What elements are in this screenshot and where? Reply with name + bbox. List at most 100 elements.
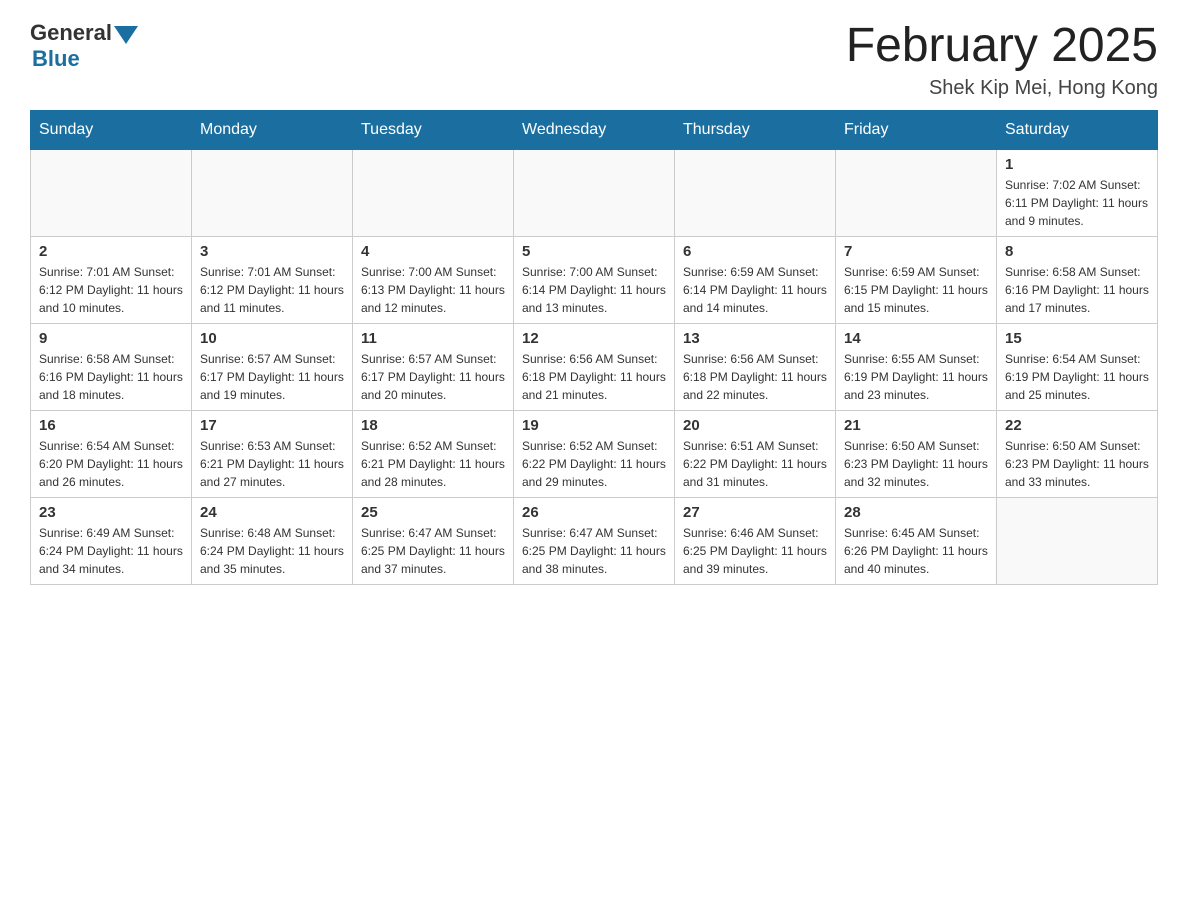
day-info: Sunrise: 7:00 AM Sunset: 6:13 PM Dayligh… [361, 263, 505, 317]
calendar-week-row: 2 Sunrise: 7:01 AM Sunset: 6:12 PM Daylig… [31, 236, 1158, 323]
day-info: Sunrise: 6:58 AM Sunset: 6:16 PM Dayligh… [39, 350, 183, 404]
day-info: Sunrise: 6:45 AM Sunset: 6:26 PM Dayligh… [844, 524, 988, 578]
calendar-day-cell: 21 Sunrise: 6:50 AM Sunset: 6:23 PM Dayli… [836, 410, 997, 497]
page-header: General Blue February 2025 Shek Kip Mei,… [30, 20, 1158, 100]
logo-blue-text: Blue [32, 46, 138, 72]
calendar-day-cell [192, 149, 353, 236]
day-number: 16 [39, 417, 183, 434]
calendar-day-cell [514, 149, 675, 236]
calendar-day-cell: 26 Sunrise: 6:47 AM Sunset: 6:25 PM Dayli… [514, 497, 675, 584]
day-number: 24 [200, 504, 344, 521]
calendar-week-row: 23Sunrise: 6:49 AM Sunset: 6:24 PM Dayli… [31, 497, 1158, 584]
calendar-day-cell: 15 Sunrise: 6:54 AM Sunset: 6:19 PM Dayli… [997, 323, 1158, 410]
calendar-day-cell: 6Sunrise: 6:59 AM Sunset: 6:14 PM Daylig… [675, 236, 836, 323]
day-number: 13 [683, 330, 827, 347]
day-number: 26 [522, 504, 666, 521]
day-number: 7 [844, 243, 988, 260]
day-number: 21 [844, 417, 988, 434]
calendar-day-cell: 20 Sunrise: 6:51 AM Sunset: 6:22 PM Dayli… [675, 410, 836, 497]
calendar-header-wednesday: Wednesday [514, 110, 675, 149]
calendar-header-sunday: Sunday [31, 110, 192, 149]
calendar-header-monday: Monday [192, 110, 353, 149]
calendar-day-cell: 12 Sunrise: 6:56 AM Sunset: 6:18 PM Dayli… [514, 323, 675, 410]
day-number: 3 [200, 243, 344, 260]
calendar-day-cell: 8 Sunrise: 6:58 AM Sunset: 6:16 PM Daylig… [997, 236, 1158, 323]
calendar-day-cell: 27Sunrise: 6:46 AM Sunset: 6:25 PM Dayli… [675, 497, 836, 584]
calendar-day-cell [353, 149, 514, 236]
day-info: Sunrise: 6:53 AM Sunset: 6:21 PM Dayligh… [200, 437, 344, 491]
day-number: 19 [522, 417, 666, 434]
calendar-header-saturday: Saturday [997, 110, 1158, 149]
calendar-day-cell: 23Sunrise: 6:49 AM Sunset: 6:24 PM Dayli… [31, 497, 192, 584]
calendar-day-cell: 2 Sunrise: 7:01 AM Sunset: 6:12 PM Daylig… [31, 236, 192, 323]
calendar-day-cell: 19Sunrise: 6:52 AM Sunset: 6:22 PM Dayli… [514, 410, 675, 497]
day-number: 17 [200, 417, 344, 434]
day-number: 2 [39, 243, 183, 260]
day-info: Sunrise: 6:46 AM Sunset: 6:25 PM Dayligh… [683, 524, 827, 578]
calendar-header-friday: Friday [836, 110, 997, 149]
day-info: Sunrise: 7:02 AM Sunset: 6:11 PM Dayligh… [1005, 176, 1149, 230]
calendar-header-thursday: Thursday [675, 110, 836, 149]
day-number: 9 [39, 330, 183, 347]
day-info: Sunrise: 6:56 AM Sunset: 6:18 PM Dayligh… [522, 350, 666, 404]
calendar-day-cell: 18 Sunrise: 6:52 AM Sunset: 6:21 PM Dayli… [353, 410, 514, 497]
day-info: Sunrise: 6:50 AM Sunset: 6:23 PM Dayligh… [1005, 437, 1149, 491]
day-info: Sunrise: 6:59 AM Sunset: 6:15 PM Dayligh… [844, 263, 988, 317]
day-info: Sunrise: 6:54 AM Sunset: 6:19 PM Dayligh… [1005, 350, 1149, 404]
calendar-day-cell: 25 Sunrise: 6:47 AM Sunset: 6:25 PM Dayli… [353, 497, 514, 584]
logo-general-text: General [30, 20, 112, 46]
calendar-week-row: 1 Sunrise: 7:02 AM Sunset: 6:11 PM Daylig… [31, 149, 1158, 236]
day-info: Sunrise: 6:48 AM Sunset: 6:24 PM Dayligh… [200, 524, 344, 578]
calendar-day-cell [31, 149, 192, 236]
day-info: Sunrise: 6:47 AM Sunset: 6:25 PM Dayligh… [361, 524, 505, 578]
calendar-day-cell: 3 Sunrise: 7:01 AM Sunset: 6:12 PM Daylig… [192, 236, 353, 323]
calendar-day-cell: 4 Sunrise: 7:00 AM Sunset: 6:13 PM Daylig… [353, 236, 514, 323]
month-title: February 2025 [846, 20, 1158, 73]
day-info: Sunrise: 6:49 AM Sunset: 6:24 PM Dayligh… [39, 524, 183, 578]
calendar-header-row: SundayMondayTuesdayWednesdayThursdayFrid… [31, 110, 1158, 149]
day-info: Sunrise: 6:57 AM Sunset: 6:17 PM Dayligh… [200, 350, 344, 404]
day-info: Sunrise: 6:50 AM Sunset: 6:23 PM Dayligh… [844, 437, 988, 491]
day-number: 4 [361, 243, 505, 260]
calendar-day-cell: 16 Sunrise: 6:54 AM Sunset: 6:20 PM Dayli… [31, 410, 192, 497]
day-number: 18 [361, 417, 505, 434]
calendar-week-row: 16 Sunrise: 6:54 AM Sunset: 6:20 PM Dayli… [31, 410, 1158, 497]
day-info: Sunrise: 6:55 AM Sunset: 6:19 PM Dayligh… [844, 350, 988, 404]
calendar-day-cell: 14 Sunrise: 6:55 AM Sunset: 6:19 PM Dayli… [836, 323, 997, 410]
calendar-day-cell: 5 Sunrise: 7:00 AM Sunset: 6:14 PM Daylig… [514, 236, 675, 323]
day-number: 22 [1005, 417, 1149, 434]
calendar-day-cell: 22 Sunrise: 6:50 AM Sunset: 6:23 PM Dayli… [997, 410, 1158, 497]
calendar-day-cell: 7 Sunrise: 6:59 AM Sunset: 6:15 PM Daylig… [836, 236, 997, 323]
day-info: Sunrise: 6:58 AM Sunset: 6:16 PM Dayligh… [1005, 263, 1149, 317]
day-info: Sunrise: 6:47 AM Sunset: 6:25 PM Dayligh… [522, 524, 666, 578]
day-info: Sunrise: 7:00 AM Sunset: 6:14 PM Dayligh… [522, 263, 666, 317]
calendar-day-cell: 10Sunrise: 6:57 AM Sunset: 6:17 PM Dayli… [192, 323, 353, 410]
day-number: 12 [522, 330, 666, 347]
calendar-week-row: 9 Sunrise: 6:58 AM Sunset: 6:16 PM Daylig… [31, 323, 1158, 410]
calendar-day-cell: 17 Sunrise: 6:53 AM Sunset: 6:21 PM Dayli… [192, 410, 353, 497]
day-info: Sunrise: 6:54 AM Sunset: 6:20 PM Dayligh… [39, 437, 183, 491]
calendar-day-cell: 1 Sunrise: 7:02 AM Sunset: 6:11 PM Daylig… [997, 149, 1158, 236]
day-number: 20 [683, 417, 827, 434]
day-number: 6 [683, 243, 827, 260]
day-info: Sunrise: 6:52 AM Sunset: 6:21 PM Dayligh… [361, 437, 505, 491]
day-info: Sunrise: 6:57 AM Sunset: 6:17 PM Dayligh… [361, 350, 505, 404]
location: Shek Kip Mei, Hong Kong [846, 77, 1158, 100]
calendar-day-cell [675, 149, 836, 236]
day-number: 15 [1005, 330, 1149, 347]
day-info: Sunrise: 6:51 AM Sunset: 6:22 PM Dayligh… [683, 437, 827, 491]
day-info: Sunrise: 6:56 AM Sunset: 6:18 PM Dayligh… [683, 350, 827, 404]
calendar-day-cell: 9 Sunrise: 6:58 AM Sunset: 6:16 PM Daylig… [31, 323, 192, 410]
calendar-day-cell: 24 Sunrise: 6:48 AM Sunset: 6:24 PM Dayli… [192, 497, 353, 584]
logo: General Blue [30, 20, 138, 72]
day-number: 25 [361, 504, 505, 521]
day-info: Sunrise: 7:01 AM Sunset: 6:12 PM Dayligh… [200, 263, 344, 317]
day-number: 5 [522, 243, 666, 260]
calendar-day-cell: 28Sunrise: 6:45 AM Sunset: 6:26 PM Dayli… [836, 497, 997, 584]
day-number: 1 [1005, 156, 1149, 173]
calendar-day-cell [836, 149, 997, 236]
day-number: 8 [1005, 243, 1149, 260]
day-info: Sunrise: 7:01 AM Sunset: 6:12 PM Dayligh… [39, 263, 183, 317]
day-number: 14 [844, 330, 988, 347]
calendar-table: SundayMondayTuesdayWednesdayThursdayFrid… [30, 110, 1158, 585]
